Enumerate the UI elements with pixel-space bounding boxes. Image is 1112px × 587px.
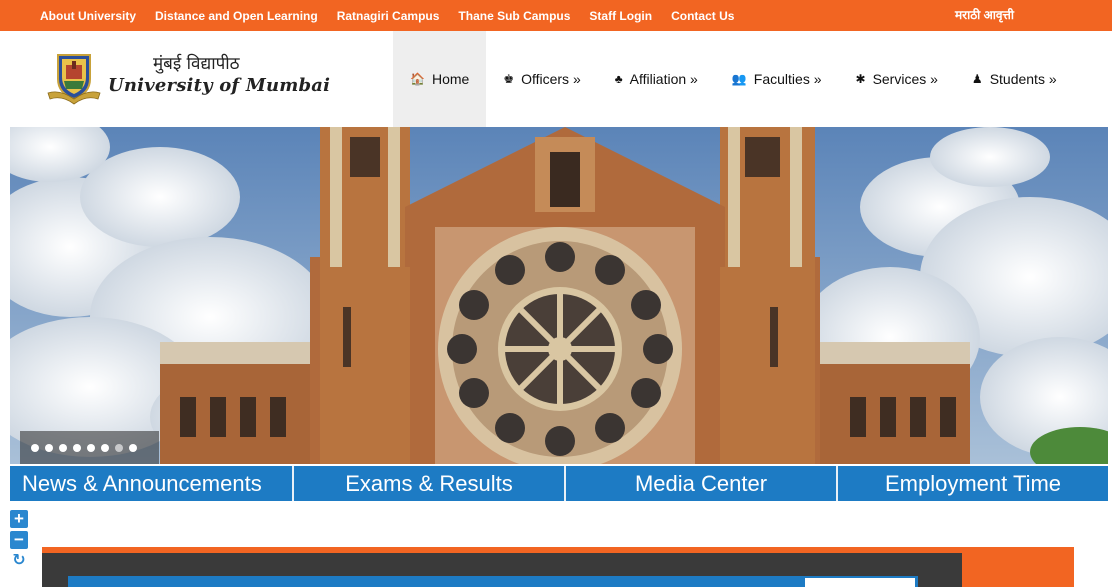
nav-students-label: Students » xyxy=(989,71,1057,87)
slider-dots xyxy=(20,431,159,464)
tab-news-announcements[interactable]: News & Announcements xyxy=(10,466,294,501)
nav-students[interactable]: ♟ Students » xyxy=(955,31,1074,127)
slider-dot[interactable] xyxy=(73,443,81,452)
slider-dot[interactable] xyxy=(115,443,123,452)
link-ratnagiri-campus[interactable]: Ratnagiri Campus xyxy=(337,9,440,23)
sitemap-icon: ♣ xyxy=(614,72,623,86)
nav-affiliation-label: Affiliation » xyxy=(629,71,698,87)
nav-officers[interactable]: ♚ Officers » xyxy=(486,31,597,127)
nav-faculties[interactable]: 👥 Faculties » xyxy=(715,31,839,127)
lower-white-label xyxy=(805,578,915,587)
tab-exams-results[interactable]: Exams & Results xyxy=(294,466,566,501)
logo-english-text: University of Mumbai xyxy=(108,75,331,96)
slider-dot[interactable] xyxy=(129,443,137,452)
hero-slider[interactable] xyxy=(10,127,1108,464)
zoom-out-button[interactable]: − xyxy=(10,531,28,549)
link-thane-sub-campus[interactable]: Thane Sub Campus xyxy=(458,9,570,23)
link-about-university[interactable]: About University xyxy=(40,9,136,23)
university-seal-icon xyxy=(47,54,101,105)
section-tabs: News & Announcements Exams & Results Med… xyxy=(10,466,1108,501)
nav-services-label: Services » xyxy=(872,71,938,87)
users-icon: 👥 xyxy=(731,72,747,86)
user-tie-icon: ♚ xyxy=(503,72,515,86)
nav-faculties-label: Faculties » xyxy=(753,71,822,87)
gear-icon: ✱ xyxy=(855,72,866,86)
text-size-controls: + − ↻ xyxy=(10,510,28,570)
logo-hindi-text: मुंबई विद्यापीठ xyxy=(153,54,240,74)
user-icon: ♟ xyxy=(971,72,983,86)
hero-image-rajabai-tower xyxy=(10,127,1108,464)
slider-dot[interactable] xyxy=(87,443,95,452)
marathi-version-link[interactable]: मराठी आवृत्ती xyxy=(955,0,1014,31)
top-links: About University Distance and Open Learn… xyxy=(40,0,753,31)
link-staff-login[interactable]: Staff Login xyxy=(589,9,652,23)
lower-blue-strip xyxy=(68,576,918,587)
nav-home[interactable]: 🏠 Home xyxy=(393,31,487,127)
zoom-in-button[interactable]: + xyxy=(10,510,28,528)
slider-dot[interactable] xyxy=(101,443,109,452)
tab-media-center[interactable]: Media Center xyxy=(566,466,838,501)
home-icon: 🏠 xyxy=(410,72,425,86)
reset-icon[interactable]: ↻ xyxy=(10,552,28,570)
slider-dot[interactable] xyxy=(59,443,67,452)
nav-home-label: Home xyxy=(431,71,470,87)
link-contact-us[interactable]: Contact Us xyxy=(671,9,734,23)
nav-services[interactable]: ✱ Services » xyxy=(839,31,955,127)
site-header: मुंबई विद्यापीठ University of Mumbai 🏠 H… xyxy=(0,31,1112,127)
nav-affiliation[interactable]: ♣ Affiliation » xyxy=(598,31,715,127)
top-utility-bar: About University Distance and Open Learn… xyxy=(0,0,1112,31)
link-distance-learning[interactable]: Distance and Open Learning xyxy=(155,9,318,23)
university-logo[interactable]: मुंबई विद्यापीठ University of Mumbai xyxy=(46,49,330,107)
tab-employment-time[interactable]: Employment Time xyxy=(838,466,1108,501)
slider-dot[interactable] xyxy=(45,443,53,452)
nav-officers-label: Officers » xyxy=(521,71,581,87)
slider-dot[interactable] xyxy=(31,443,39,452)
main-nav: 🏠 Home ♚ Officers » ♣ Affiliation » 👥 Fa… xyxy=(393,31,1074,127)
